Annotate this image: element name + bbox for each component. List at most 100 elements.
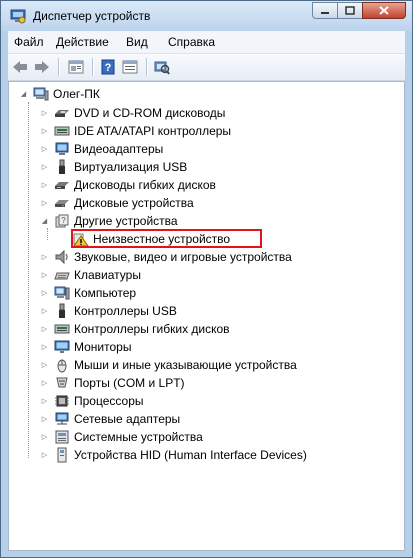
- network-adapter-icon: [55, 412, 69, 425]
- tree-item[interactable]: ▷ IDE ATA/ATAPI контроллеры: [40, 122, 231, 140]
- svg-text:?: ?: [61, 216, 66, 225]
- tree-item[interactable]: ▷ Системные устройства: [40, 428, 203, 446]
- maximize-button[interactable]: [337, 2, 363, 19]
- view-button[interactable]: [120, 57, 140, 77]
- port-icon: [56, 377, 68, 388]
- expand-arrow-icon[interactable]: ▷: [40, 378, 49, 387]
- tree-item-label: Системные устройства: [74, 430, 203, 444]
- tree-item[interactable]: ▷ Дисковые устройства: [40, 194, 194, 212]
- expand-arrow-icon[interactable]: ▷: [40, 252, 49, 261]
- title-bar[interactable]: Диспетчер устройств: [1, 1, 412, 31]
- menu-help[interactable]: Справка: [168, 35, 215, 49]
- keyboard-icon: [54, 272, 70, 280]
- tree-item[interactable]: ▷ Виртуализация USB: [40, 158, 187, 176]
- computer-icon: [33, 87, 49, 101]
- tree-item-label: Контроллеры USB: [74, 304, 177, 318]
- forward-arrow-icon: [35, 61, 49, 73]
- view-icon: [122, 60, 138, 74]
- window-title: Диспетчер устройств: [33, 9, 151, 23]
- tree-item-label: Порты (COM и LPT): [74, 376, 185, 390]
- collapse-arrow-icon[interactable]: ◢: [19, 89, 28, 98]
- usb-controller-icon: [59, 303, 65, 318]
- tree-item-label: Компьютер: [74, 286, 137, 300]
- expand-arrow-icon[interactable]: ▷: [40, 414, 49, 423]
- tree-item[interactable]: ▷ Устройства HID (Human Interface Device…: [40, 446, 307, 464]
- usb-icon: [59, 159, 65, 174]
- menu-file[interactable]: Файл: [14, 35, 44, 49]
- tree-item-label: Звуковые, видео и игровые устройства: [74, 250, 292, 264]
- properties-icon: [68, 60, 84, 74]
- tree-item[interactable]: ▷ Контроллеры гибких дисков: [40, 320, 230, 338]
- properties-button[interactable]: [66, 57, 86, 77]
- other-devices-icon: ?: [55, 214, 69, 228]
- mouse-icon: [57, 359, 67, 373]
- expand-arrow-icon[interactable]: ▷: [40, 324, 49, 333]
- expand-arrow-icon[interactable]: ▷: [40, 306, 49, 315]
- close-button[interactable]: [362, 2, 406, 19]
- expand-arrow-icon[interactable]: ▷: [40, 108, 49, 117]
- ide-controller-icon: [54, 126, 70, 136]
- toolbar-separator: [146, 58, 148, 76]
- expand-arrow-icon[interactable]: ▷: [40, 360, 49, 369]
- unknown-device-highlight-box: [71, 229, 262, 248]
- minimize-icon: [321, 11, 329, 14]
- window-controls: [312, 2, 406, 20]
- tree-item-label: DVD и CD-ROM дисководы: [74, 106, 226, 120]
- expand-arrow-icon[interactable]: ▷: [40, 144, 49, 153]
- toolbar: ?: [8, 54, 405, 81]
- help-button[interactable]: ?: [98, 57, 118, 77]
- expand-arrow-icon[interactable]: ▷: [40, 198, 49, 207]
- tree-item[interactable]: ▷ Контроллеры USB: [40, 302, 177, 320]
- expand-arrow-icon[interactable]: ▷: [40, 432, 49, 441]
- forward-button[interactable]: [32, 57, 52, 77]
- expand-arrow-icon[interactable]: ▷: [40, 396, 49, 405]
- tree-item[interactable]: ▷ Процессоры: [40, 392, 144, 410]
- tree-item-label: Дисковые устройства: [74, 196, 194, 210]
- device-tree[interactable]: ◢ Олег-ПК ▷ DVD и CD-ROM дисководы ▷ IDE…: [8, 81, 405, 551]
- tree-item[interactable]: ▷ Компьютер: [40, 284, 136, 302]
- tree-item-label: Контроллеры гибких дисков: [74, 322, 230, 336]
- device-manager-window: Диспетчер устройств Файл Действие Вид Сп…: [0, 0, 413, 558]
- tree-item-label: IDE ATA/ATAPI контроллеры: [74, 124, 232, 138]
- tree-item[interactable]: ▷ Порты (COM и LPT): [40, 374, 185, 392]
- back-arrow-icon: [13, 61, 27, 73]
- toolbar-separator: [92, 58, 94, 76]
- collapse-arrow-icon[interactable]: ◢: [40, 216, 49, 225]
- display-adapter-icon: [55, 142, 69, 155]
- tree-item-label: Дисководы гибких дисков: [74, 178, 216, 192]
- tree-item[interactable]: ▷ Мыши и иные указывающие устройства: [40, 356, 297, 374]
- floppy-drive-icon: [55, 182, 69, 189]
- menu-action[interactable]: Действие: [56, 35, 109, 49]
- tree-item-label: Клавиатуры: [74, 268, 141, 282]
- expand-arrow-icon[interactable]: ▷: [40, 126, 49, 135]
- device-manager-icon: [10, 9, 26, 24]
- monitor-icon: [54, 340, 70, 353]
- maximize-icon: [345, 6, 355, 15]
- scan-hardware-button[interactable]: [152, 57, 172, 77]
- tree-item[interactable]: ▷ Сетевые адаптеры: [40, 410, 180, 428]
- toolbar-separator: [58, 58, 60, 76]
- tree-item[interactable]: ▷ Видеоадаптеры: [40, 140, 163, 158]
- expand-arrow-icon[interactable]: ▷: [40, 342, 49, 351]
- tree-item-label: Другие устройства: [74, 214, 178, 228]
- minimize-button[interactable]: [312, 2, 338, 19]
- expand-arrow-icon[interactable]: ▷: [40, 162, 49, 171]
- expand-arrow-icon[interactable]: ▷: [40, 450, 49, 459]
- expand-arrow-icon[interactable]: ▷: [40, 270, 49, 279]
- tree-connector: [28, 102, 29, 458]
- menu-view[interactable]: Вид: [126, 35, 148, 49]
- tree-item[interactable]: ▷ Клавиатуры: [40, 266, 141, 284]
- scan-hardware-icon: [154, 61, 170, 75]
- speaker-icon: [55, 249, 68, 265]
- tree-item[interactable]: ▷ DVD и CD-ROM дисководы: [40, 104, 226, 122]
- expand-arrow-icon[interactable]: ▷: [40, 180, 49, 189]
- back-button[interactable]: [10, 57, 30, 77]
- tree-item[interactable]: ▷ Мониторы: [40, 338, 132, 356]
- tree-item-expanded[interactable]: ◢ ? Другие устройства: [40, 212, 178, 230]
- menu-bar: Файл Действие Вид Справка: [8, 31, 405, 54]
- tree-item[interactable]: ▷ Дисководы гибких дисков: [40, 176, 216, 194]
- expand-arrow-icon[interactable]: ▷: [40, 288, 49, 297]
- tree-item[interactable]: ▷ Звуковые, видео и игровые устройства: [40, 248, 292, 266]
- tree-root[interactable]: ◢ Олег-ПК: [21, 85, 100, 103]
- processor-icon: [55, 395, 69, 407]
